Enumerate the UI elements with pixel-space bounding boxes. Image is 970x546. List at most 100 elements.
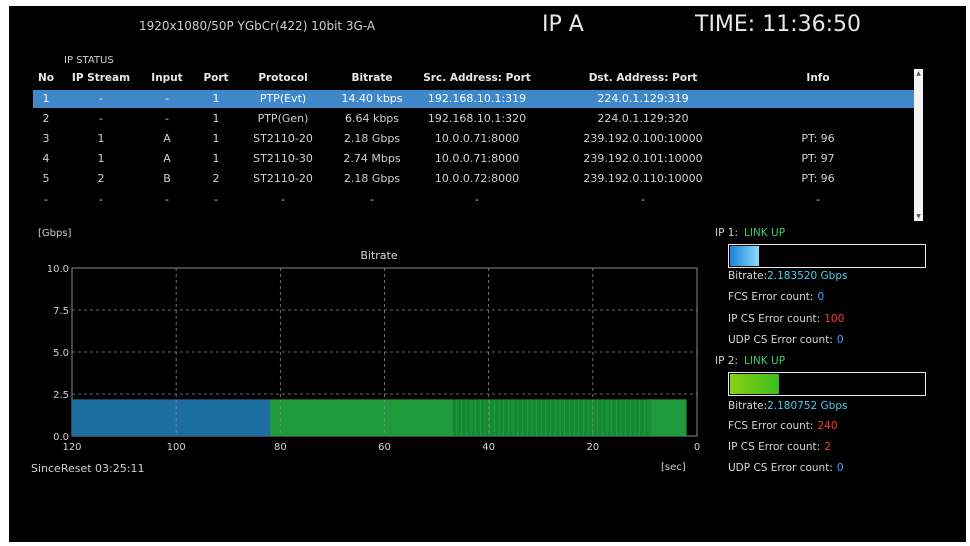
cell-protocol: PTP(Gen) [257,112,309,125]
ip1-fcs-label: FCS Error count: [728,291,814,303]
cell-port: 1 [212,152,220,165]
column-header-bitrate: Bitrate [351,72,393,84]
ip1-bitrate-label: Bitrate: [728,270,768,282]
cell-no: 4 [42,152,50,165]
cell-src-address: 10.0.0.71:8000 [434,132,520,145]
table-row[interactable]: 4 1 A 1 ST2110-30 2.74 Mbps 10.0.0.71:80… [33,150,919,168]
cell-ip-stream: - [99,112,103,125]
table-row[interactable]: - - - - - - - - - [33,191,919,209]
cell-port: 1 [212,92,220,105]
cell-no: 1 [42,92,50,105]
cell-no: 5 [42,172,50,185]
cell-src-address: 192.168.10.1:320 [427,112,527,125]
cell-bitrate: 2.18 Gbps [343,132,401,145]
chart-x-unit-label: [sec] [661,462,686,473]
cell-bitrate: - [370,193,374,206]
cell-dst-address: 239.192.0.101:10000 [583,152,703,165]
column-header-info: Info [806,72,830,84]
ip2-udpcs-error: UDP CS Error count: 0 [728,462,844,474]
x-tick-label: 20 [586,442,599,453]
table-row[interactable]: 5 2 B 2 ST2110-20 2.18 Gbps 10.0.0.72:80… [33,170,919,188]
scroll-up-icon[interactable]: ▲ [915,70,922,77]
ip2-ipcs-value: 2 [824,441,831,453]
ip2-fcs-label: FCS Error count: [728,420,814,432]
ip1-bitrate: Bitrate:2.183520 Gbps [728,270,848,282]
ip2-udpcs-label: UDP CS Error count: [728,462,833,474]
bitrate-area-segment [72,399,270,436]
cell-info: PT: 97 [801,152,835,165]
bitrate-area-segment [269,399,453,436]
cell-no: - [44,193,48,206]
cell-port: - [214,193,218,206]
x-tick-label: 80 [274,442,287,453]
ip1-bitrate-gauge [728,244,926,268]
ip2-link-status: IP 2: LINK UP [715,355,785,367]
ip2-bitrate-value: 2.180752 Gbps [767,400,848,412]
ip1-udpcs-label: UDP CS Error count: [728,334,833,346]
table-row[interactable]: 2 - - 1 PTP(Gen) 6.64 kbps 192.168.10.1:… [33,110,919,128]
x-tick-label: 100 [167,442,186,453]
cell-src-address: 10.0.0.72:8000 [434,172,520,185]
cell-ip-stream: 1 [97,152,105,165]
ip1-gauge-fill [730,246,760,266]
column-header-ip-stream: IP Stream [71,72,131,84]
table-row[interactable]: 1 - - 1 PTP(Evt) 14.40 kbps 192.168.10.1… [33,90,919,108]
ip2-bitrate: Bitrate:2.180752 Gbps [728,400,848,412]
cell-bitrate: 6.64 kbps [344,112,400,125]
cell-info: PT: 96 [801,172,835,185]
column-header-input: Input [151,72,183,84]
cell-input: B [163,172,171,185]
ip1-ipcs-error: IP CS Error count: 100 [728,313,844,325]
x-tick-label: 40 [482,442,495,453]
cell-no: 3 [42,132,50,145]
ip-name-label: IP A [542,12,584,37]
ip1-link-status: IP 1: LINK UP [715,227,785,239]
scroll-down-icon[interactable]: ▼ [915,213,922,220]
cell-src-address: - [475,193,479,206]
ip2-bitrate-gauge [728,372,926,396]
ip1-ipcs-value: 100 [824,313,845,325]
bitrate-chart: Bitrate 10.07.55.02.50.0120 100 80 60 40 20 0 [47,249,700,453]
ip1-label: IP 1: [715,227,738,239]
table-scrollbar[interactable]: ▲ ▼ [914,69,923,221]
cell-dst-address: 239.192.0.100:10000 [583,132,703,145]
column-header-src-address: Src. Address: Port [423,72,531,84]
column-header-no: No [37,72,54,84]
cell-dst-address: 224.0.1.129:319 [597,92,689,105]
cell-input: - [165,112,169,125]
time-display: TIME: 11:36:50 [695,12,862,37]
cell-dst-address: 239.192.0.110:10000 [583,172,703,185]
cell-protocol: - [281,193,285,206]
ip1-link-text: LINK UP [743,227,786,239]
ip1-udpcs-error: UDP CS Error count: 0 [728,334,844,346]
ip2-link-text: LINK UP [743,355,786,367]
column-header-port: Port [203,72,229,84]
cell-input: - [165,92,169,105]
chart-title: Bitrate [360,249,397,262]
x-tick-label: 120 [62,442,81,453]
x-tick-label: 60 [378,442,391,453]
waveform-monitor-screen: 1920x1080/50P YGbCr(422) 10bit 3G-A IP A… [9,6,966,542]
cell-protocol: ST2110-20 [253,132,313,145]
ip2-fcs-error: FCS Error count: 240 [728,420,838,432]
chart-plot-area: 10.07.55.02.50.0120 100 80 60 40 20 0 [47,264,700,453]
table-row[interactable]: 3 1 A 1 ST2110-20 2.18 Gbps 10.0.0.71:80… [33,130,919,148]
cell-src-address: 10.0.0.71:8000 [434,152,520,165]
cell-port: 1 [212,132,220,145]
ip2-bitrate-label: Bitrate: [728,400,768,412]
bitrate-area-segment [650,399,687,436]
ip1-fcs-error: FCS Error count: 0 [728,291,824,303]
ip-status-title: IP STATUS [64,55,114,66]
cell-port: 1 [212,112,220,125]
cell-ip-stream: 1 [97,132,105,145]
cell-ip-stream: 2 [97,172,105,185]
ip1-fcs-value: 0 [817,291,825,303]
ip2-ipcs-label: IP CS Error count: [728,441,821,453]
ip-status-table: No IP Stream Input Port Protocol Bitrate… [33,68,919,220]
ip2-ipcs-error: IP CS Error count: 2 [728,441,831,453]
column-header-protocol: Protocol [258,72,308,84]
ip2-fcs-value: 240 [817,420,838,432]
cell-port: 2 [212,172,220,185]
y-tick-label: 7.5 [53,306,69,317]
ip2-gauge-fill [730,374,779,394]
